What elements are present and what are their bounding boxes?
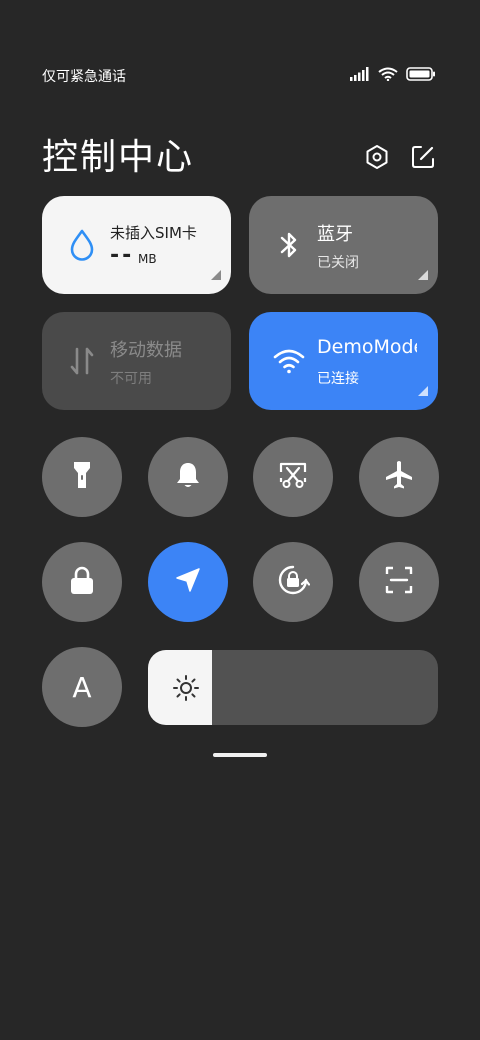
carrier-text: 仅可紧急通话 <box>42 69 126 85</box>
scissors-icon <box>278 460 308 494</box>
page-title: 控制中心 <box>42 137 195 178</box>
data-usage-tile[interactable]: 未插入SIM卡 -- MB <box>42 196 231 294</box>
signal-icon <box>350 66 370 85</box>
wifi-icon <box>378 66 398 85</box>
sim-status-label: 未插入SIM卡 <box>110 224 197 242</box>
rotation-lock-icon <box>276 563 311 601</box>
bluetooth-status: 已关闭 <box>317 255 359 271</box>
expand-corner-icon <box>418 270 428 280</box>
mobile-data-status: 不可用 <box>110 371 152 387</box>
sun-icon <box>172 674 200 702</box>
wifi-tile[interactable]: DemoMode 已连接 <box>249 312 438 410</box>
airplane-mode-toggle[interactable] <box>359 437 439 517</box>
screenshot-toggle[interactable] <box>253 437 333 517</box>
airplane-icon <box>383 459 415 495</box>
edit-icon <box>410 144 436 174</box>
lock-screen-toggle[interactable] <box>42 542 122 622</box>
wifi-status: 已连接 <box>317 371 359 387</box>
flashlight-toggle[interactable] <box>42 437 122 517</box>
bell-icon <box>174 460 202 494</box>
edit-button[interactable] <box>410 146 436 172</box>
mobile-data-label: 移动数据 <box>110 340 182 361</box>
bluetooth-label: 蓝牙 <box>317 224 353 245</box>
bluetooth-tile[interactable]: 蓝牙 已关闭 <box>249 196 438 294</box>
battery-icon <box>406 66 436 85</box>
expand-corner-icon <box>211 270 221 280</box>
auto-rotate-toggle[interactable] <box>253 542 333 622</box>
lock-icon <box>69 565 95 599</box>
silent-toggle[interactable] <box>148 437 228 517</box>
water-drop-icon <box>66 228 98 262</box>
bluetooth-icon <box>273 228 305 262</box>
scan-icon <box>384 565 414 599</box>
flashlight-icon <box>70 460 94 494</box>
mobile-data-icon <box>66 344 98 378</box>
data-usage-value: -- <box>110 243 135 268</box>
settings-button[interactable] <box>364 144 390 174</box>
mobile-data-tile[interactable]: 移动数据 不可用 <box>42 312 231 410</box>
location-arrow-icon <box>173 565 203 599</box>
location-toggle[interactable] <box>148 542 228 622</box>
settings-icon <box>364 144 390 174</box>
auto-brightness-label: A <box>72 670 92 704</box>
status-icons <box>350 66 436 85</box>
wifi-network-name: DemoMode <box>317 336 417 358</box>
auto-brightness-button[interactable]: A <box>42 647 122 727</box>
status-bar: 仅可紧急通话 <box>0 60 480 92</box>
home-indicator[interactable] <box>213 753 267 757</box>
wifi-icon <box>273 344 305 378</box>
scanner-toggle[interactable] <box>359 542 439 622</box>
expand-corner-icon <box>418 386 428 396</box>
data-usage-unit: MB <box>138 252 157 266</box>
brightness-slider[interactable] <box>148 650 438 725</box>
